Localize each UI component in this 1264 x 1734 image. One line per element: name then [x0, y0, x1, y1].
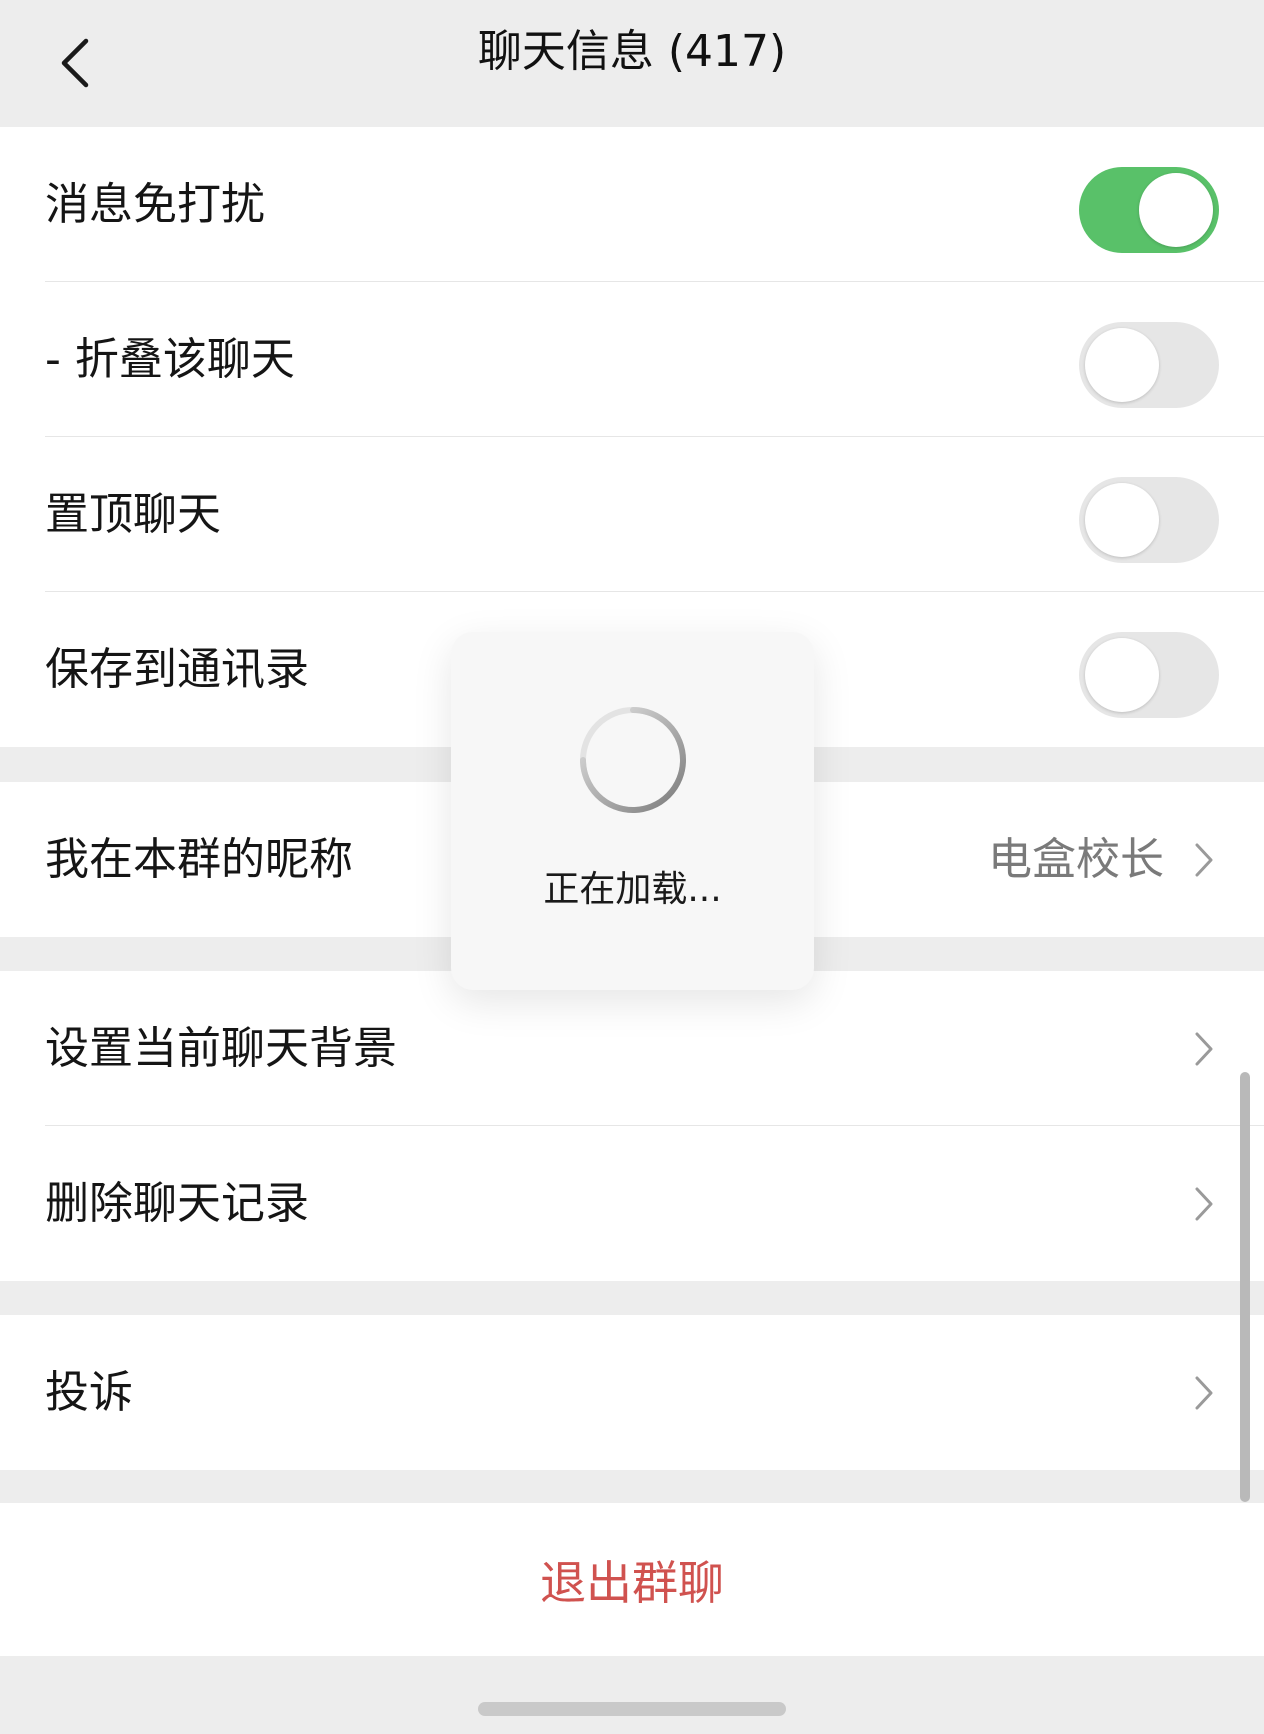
pin-chat-toggle[interactable]	[1079, 477, 1219, 563]
exit-group-button[interactable]: 退出群聊	[0, 1503, 1264, 1656]
chat-info-page: 聊天信息 (417) 消息免打扰 - 折叠该聊天 置顶聊天 保存到通讯录 我在本…	[0, 0, 1264, 1734]
loading-spinner-icon	[580, 707, 686, 813]
row-label: 投诉	[45, 1366, 133, 1418]
home-indicator[interactable]	[478, 1702, 786, 1716]
save-to-contacts-toggle[interactable]	[1079, 632, 1219, 718]
row-pin-chat[interactable]: 置顶聊天	[0, 437, 1264, 592]
exit-group: 退出群聊	[0, 1503, 1264, 1656]
row-clear-chat-history[interactable]: 删除聊天记录	[0, 1126, 1264, 1281]
row-fold-chat[interactable]: - 折叠该聊天	[0, 282, 1264, 437]
row-label: 删除聊天记录	[45, 1177, 309, 1229]
row-mute-notifications[interactable]: 消息免打扰	[0, 127, 1264, 282]
toggle-knob	[1085, 483, 1159, 557]
chevron-right-icon	[1195, 1187, 1213, 1220]
row-label: 我在本群的昵称	[45, 833, 353, 885]
nav-header: 聊天信息 (417)	[0, 0, 1264, 127]
fold-chat-toggle[interactable]	[1079, 322, 1219, 408]
chevron-right-icon	[1195, 843, 1213, 876]
exit-group-label: 退出群聊	[540, 1555, 724, 1610]
mute-notifications-toggle[interactable]	[1079, 167, 1219, 253]
nickname-value: 电盒校长	[988, 833, 1164, 885]
chevron-right-icon	[1195, 1376, 1213, 1409]
row-label: 保存到通讯录	[45, 643, 309, 695]
toggle-knob	[1085, 328, 1159, 402]
settings-group-report: 投诉	[0, 1315, 1264, 1470]
row-label: 置顶聊天	[45, 488, 221, 540]
chevron-right-icon	[1195, 1032, 1213, 1065]
row-label: 设置当前聊天背景	[45, 1022, 397, 1074]
scrollbar[interactable]	[1240, 1072, 1250, 1502]
page-title: 聊天信息 (417)	[477, 26, 787, 77]
toggle-knob	[1139, 173, 1213, 247]
loading-toast: 正在加载...	[451, 632, 814, 990]
row-set-chat-background[interactable]: 设置当前聊天背景	[0, 971, 1264, 1126]
row-label: 消息免打扰	[45, 178, 265, 230]
settings-group-chat: 设置当前聊天背景 删除聊天记录	[0, 971, 1264, 1281]
toggle-knob	[1085, 638, 1159, 712]
row-report[interactable]: 投诉	[0, 1315, 1264, 1470]
loading-text: 正在加载...	[543, 869, 722, 910]
row-label: - 折叠该聊天	[45, 333, 295, 385]
